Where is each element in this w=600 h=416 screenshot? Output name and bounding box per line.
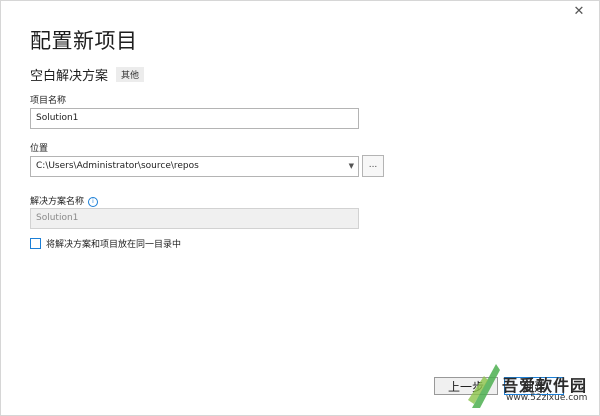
same-dir-option[interactable]: 将解决方案和项目放在同一目录中 — [30, 237, 181, 250]
info-icon[interactable]: i — [88, 197, 99, 207]
project-name-label: 项目名称 — [30, 96, 67, 106]
solution-name-label: 解决方案名称 — [30, 197, 85, 207]
page-title: 配置新项目 — [30, 29, 138, 53]
dropdown-arrow-icon: ▼ — [348, 162, 354, 170]
watermark-url: www.52zixue.com — [506, 393, 588, 403]
location-value: C:\Users\Administrator\source\repos — [36, 161, 199, 171]
browse-button[interactable]: ... — [362, 155, 384, 177]
same-dir-checkbox[interactable] — [30, 238, 41, 249]
same-dir-checkbox-label[interactable]: 将解决方案和项目放在同一目录中 — [46, 237, 181, 250]
watermark: 吾爱软件园 www.52zixue.com — [466, 350, 598, 414]
template-name: 空白解决方案 — [30, 69, 109, 84]
template-tag: 其他 — [116, 67, 145, 82]
solution-name-input: Solution1 — [30, 208, 359, 229]
location-select[interactable]: C:\Users\Administrator\source\repos ▼ — [30, 156, 359, 177]
template-header: 空白解决方案 其他 — [30, 65, 145, 84]
project-name-input[interactable]: Solution1 — [30, 108, 359, 129]
close-icon[interactable]: ✕ — [569, 3, 589, 21]
solution-name-label-row: 解决方案名称 i — [30, 194, 99, 207]
watermark-logo-icon — [468, 364, 500, 408]
location-label: 位置 — [30, 144, 49, 154]
